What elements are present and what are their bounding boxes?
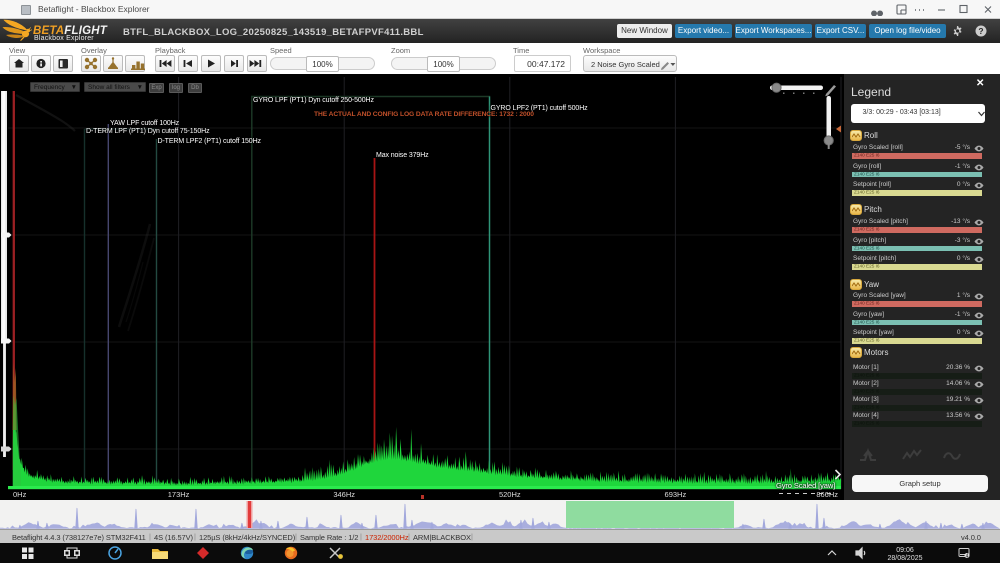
svg-text:?: ? [978, 26, 983, 36]
svg-text:4: 4 [966, 554, 969, 560]
svg-text:28/08/2025: 28/08/2025 [887, 555, 922, 562]
svg-text:09:06: 09:06 [896, 547, 914, 554]
